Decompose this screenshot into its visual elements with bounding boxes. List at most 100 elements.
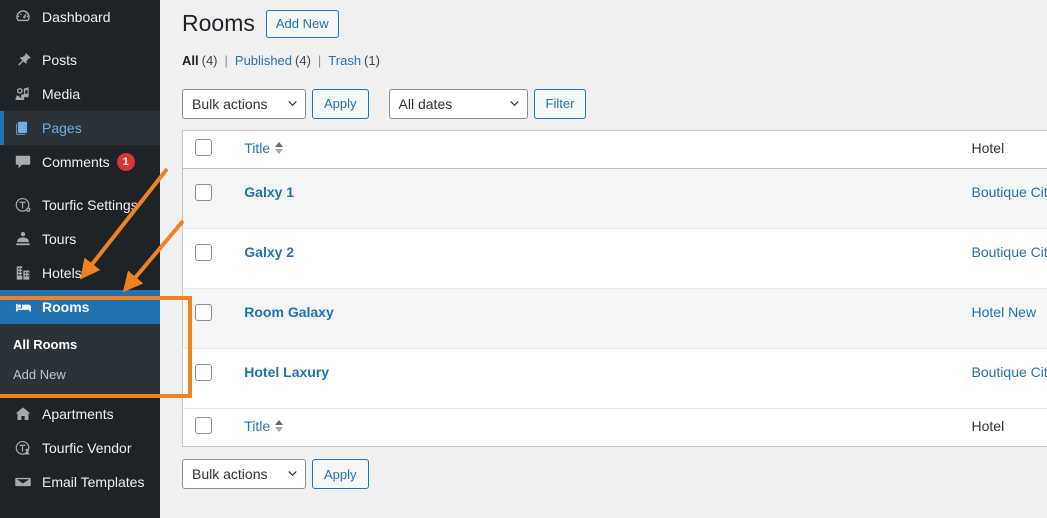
row-checkbox[interactable] xyxy=(195,363,212,381)
row-title-cell: Galxy 2 xyxy=(234,228,962,289)
hotel-column-footer: Hotel xyxy=(961,407,1047,447)
row-title-link[interactable]: Hotel Laxury xyxy=(244,364,329,380)
row-hotel-link[interactable]: Hotel New xyxy=(972,304,1037,320)
pin-icon xyxy=(13,50,33,70)
status-filter-all[interactable]: All xyxy=(182,51,199,72)
title-column-footer: Title xyxy=(234,407,962,447)
status-filter-count: (1) xyxy=(364,52,380,68)
row-title-link[interactable]: Room Galaxy xyxy=(244,304,333,320)
table-row: Hotel Laxury Boutique City Hotel Gallo xyxy=(182,348,1047,409)
table-row: Galxy 2 Boutique City Hotel Gallo xyxy=(182,228,1047,289)
page-title: Rooms xyxy=(182,10,255,36)
sidebar-item-label: Comments xyxy=(42,154,110,170)
sidebar-item-hotels[interactable]: Hotels xyxy=(0,256,160,290)
row-checkbox[interactable] xyxy=(195,183,212,201)
select-all-footer xyxy=(182,407,235,447)
row-select-cell xyxy=(182,228,235,289)
sidebar-item-label: Posts xyxy=(42,52,78,68)
row-checkbox[interactable] xyxy=(195,303,212,321)
row-hotel-link[interactable]: Boutique City Hotel Gallo xyxy=(972,244,1047,260)
select-all-checkbox-top[interactable] xyxy=(195,138,212,156)
admin-sidebar-menu: Dashboard Posts Media Pages Comments 1 Tourfic… xyxy=(0,0,168,518)
sidebar-item-dashboard[interactable]: Dashboard xyxy=(0,0,160,34)
main-content-area: Rooms Add New All (4) | Published (4) | Trash(… xyxy=(160,0,1047,518)
sort-indicator-icon xyxy=(275,141,284,155)
rooms-submenu: All Rooms Add New xyxy=(0,324,160,397)
title-column-header: Title xyxy=(234,130,962,169)
row-hotel-link[interactable]: Boutique City Hotel Gallo xyxy=(972,364,1047,380)
status-filter-count: (4) xyxy=(201,52,218,68)
row-hotel-cell: Boutique City Hotel Gallo xyxy=(961,168,1047,229)
filter-separator: | xyxy=(317,52,322,68)
row-hotel-cell: Boutique City Hotel Gallo xyxy=(961,228,1047,289)
sidebar-item-posts[interactable]: Posts xyxy=(0,43,160,77)
title-footer-label: Title xyxy=(244,417,271,434)
sidebar-item-apartments[interactable]: Apartments xyxy=(0,397,160,431)
home-icon xyxy=(13,404,33,424)
table-header-row: Title Hotel xyxy=(182,130,1047,169)
table-body: Galxy 1 Boutique City Hotel Gallo Galxy 2 B… xyxy=(182,168,1047,409)
sidebar-item-label: Hotels xyxy=(42,265,82,281)
sidebar-item-rooms[interactable]: Rooms xyxy=(0,290,168,324)
dashboard-icon xyxy=(13,7,33,27)
row-select-cell xyxy=(182,168,235,229)
row-hotel-cell: Boutique City Hotel Gallo xyxy=(961,348,1047,409)
tablenav-top: Bulk actions Apply All dates Filter xyxy=(182,88,1047,119)
comment-icon xyxy=(13,152,33,172)
status-filter-trash[interactable]: Trash xyxy=(328,51,361,72)
sidebar-item-label: Pages xyxy=(42,120,82,136)
sidebar-item-tours[interactable]: Tours xyxy=(0,222,160,256)
chevron-down-icon xyxy=(288,100,297,106)
row-select-cell xyxy=(182,348,235,409)
sidebar-item-label: Media xyxy=(42,86,81,102)
tours-icon xyxy=(13,229,33,249)
sidebar-item-label: Tourfic Vendor xyxy=(42,440,132,456)
sidebar-item-tourfic-vendor[interactable]: Tourfic Vendor xyxy=(0,431,160,465)
sidebar-item-email-templates[interactable]: Email Templates xyxy=(0,465,160,499)
select-all-header xyxy=(182,130,235,169)
chevron-down-icon xyxy=(510,100,519,106)
submenu-item-all-rooms[interactable]: All Rooms xyxy=(0,330,160,360)
add-new-button[interactable]: Add New xyxy=(265,9,339,38)
sidebar-item-label: Apartments xyxy=(42,406,114,422)
date-filter-select[interactable]: All dates xyxy=(388,88,528,119)
rooms-list-table: Title Hotel Galxy 1 Boutique City Hotel G… xyxy=(182,129,1047,448)
sort-indicator-icon xyxy=(275,419,284,433)
status-filter-count: (4) xyxy=(295,52,311,68)
filter-button[interactable]: Filter xyxy=(533,88,587,119)
table-footer-row: Title Hotel xyxy=(182,407,1047,447)
tourfic-gear-icon xyxy=(13,195,33,215)
envelope-icon xyxy=(13,472,33,492)
sidebar-item-media[interactable]: Media xyxy=(0,77,160,111)
sidebar-item-label: Tourfic Settings xyxy=(42,197,138,213)
row-title-link[interactable]: Galxy 1 xyxy=(244,184,294,200)
table-head: Title Hotel xyxy=(182,130,1047,169)
sidebar-item-label: Dashboard xyxy=(42,9,111,25)
row-hotel-cell: Hotel New xyxy=(961,288,1047,349)
chevron-down-icon xyxy=(288,471,297,477)
select-all-checkbox-bottom[interactable] xyxy=(195,416,212,434)
row-title-link[interactable]: Galxy 2 xyxy=(244,244,294,260)
status-filter-published[interactable]: Published xyxy=(235,51,292,72)
date-filter-value: All dates xyxy=(398,95,453,112)
status-filter-links: All (4) | Published (4) | Trash (1) xyxy=(182,51,1047,72)
table-row: Room Galaxy Hotel New xyxy=(182,288,1047,349)
bulk-actions-select-top[interactable]: Bulk actions xyxy=(182,88,306,119)
apply-button-bottom[interactable]: Apply xyxy=(312,459,369,490)
wp-admin-screen: Dashboard Posts Media Pages Comments 1 Tourfic… xyxy=(0,0,1047,518)
bulk-actions-select-bottom[interactable]: Bulk actions xyxy=(182,459,306,490)
table-row: Galxy 1 Boutique City Hotel Gallo xyxy=(182,168,1047,229)
row-title-cell: Galxy 1 xyxy=(234,168,962,229)
sidebar-item-label: Email Templates xyxy=(42,474,145,490)
apply-button-top[interactable]: Apply xyxy=(312,88,369,119)
sidebar-item-tourfic-settings[interactable]: Tourfic Settings xyxy=(0,188,160,222)
sidebar-item-pages[interactable]: Pages xyxy=(0,111,160,145)
row-checkbox[interactable] xyxy=(195,243,212,261)
title-header-label: Title xyxy=(244,139,271,156)
sidebar-item-label: Tours xyxy=(42,231,77,247)
row-hotel-link[interactable]: Boutique City Hotel Gallo xyxy=(972,184,1047,200)
sidebar-item-comments[interactable]: Comments 1 xyxy=(0,145,160,179)
sort-by-title-bottom[interactable]: Title xyxy=(244,417,284,435)
sort-by-title-top[interactable]: Title xyxy=(244,139,284,157)
submenu-item-add-new[interactable]: Add New xyxy=(0,360,160,390)
